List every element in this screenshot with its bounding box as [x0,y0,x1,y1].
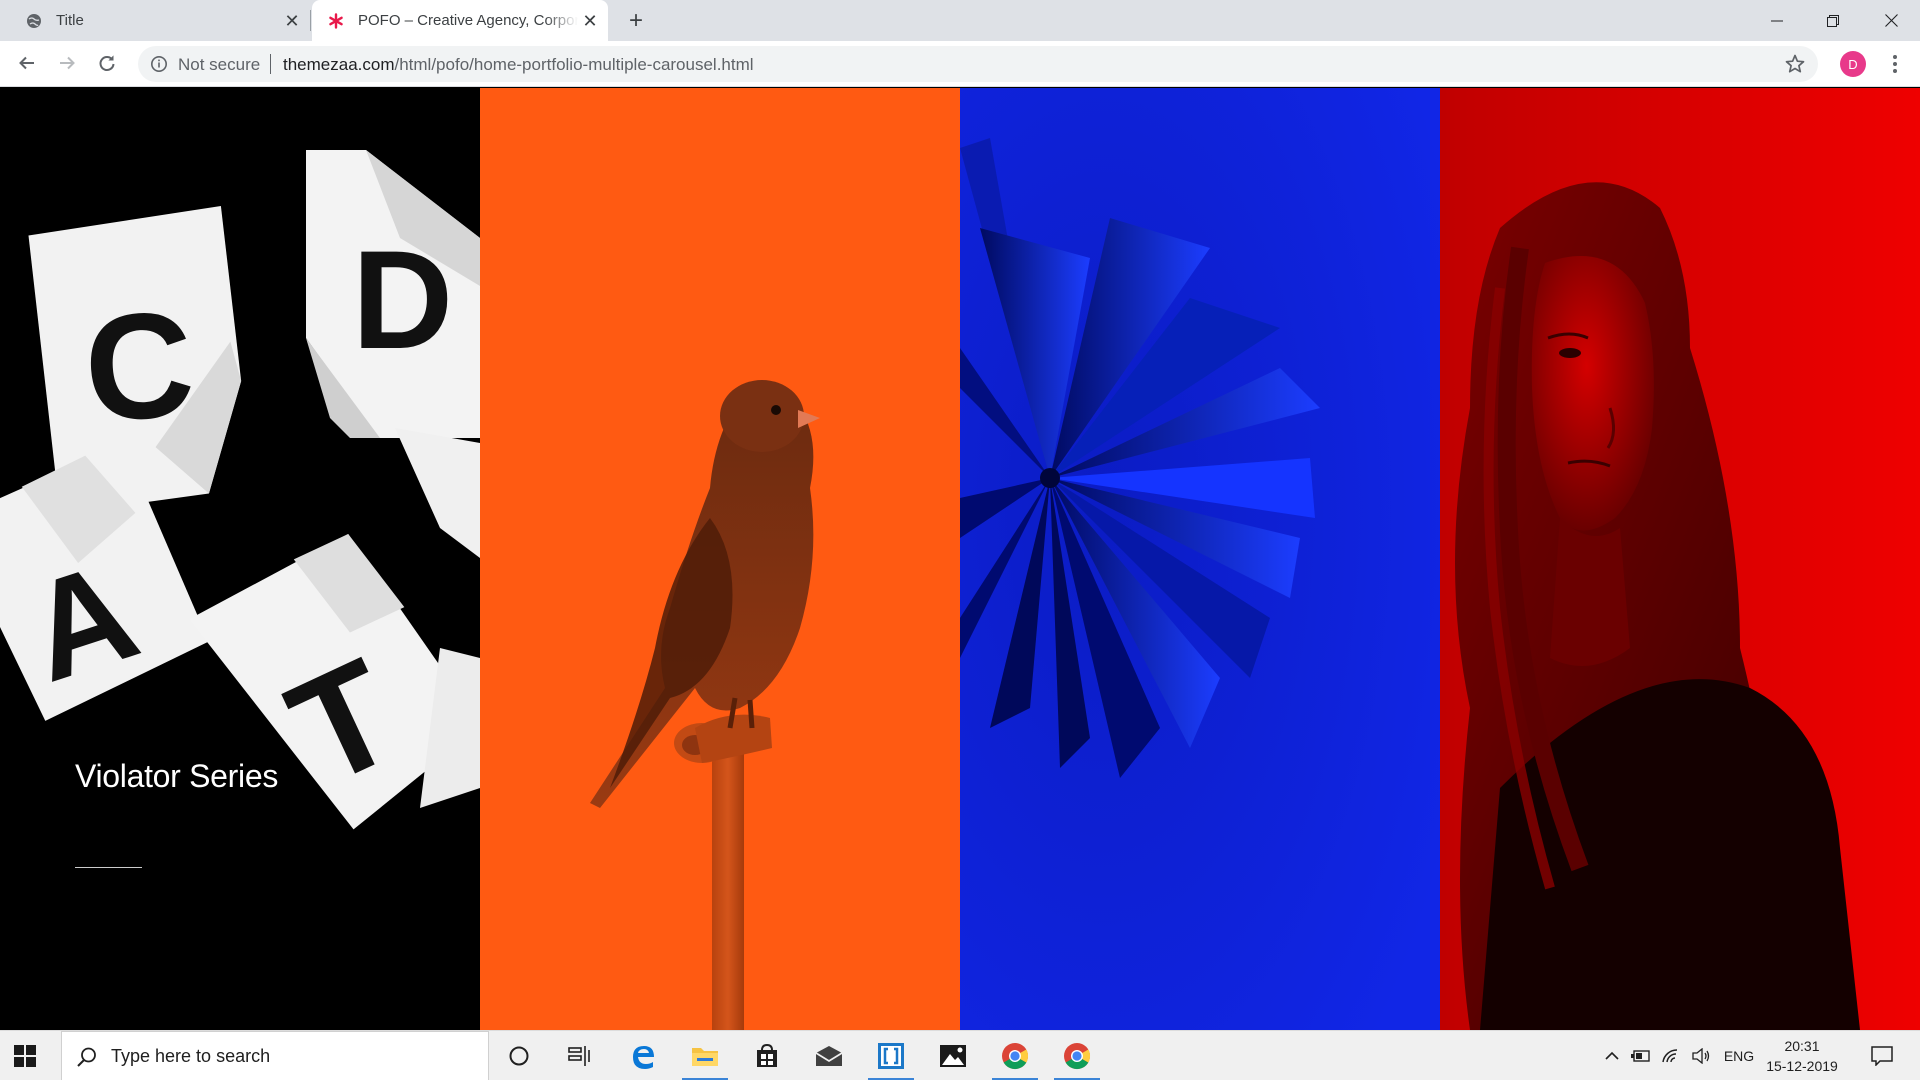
tab-divider [310,10,311,31]
slide-fanned-book[interactable] [960,88,1440,1030]
paper-letter: D [352,221,453,378]
minimize-icon[interactable] [1754,0,1800,41]
browser-toolbar: Not secure themezaa.com/html/pofo/home-p… [0,41,1920,87]
photos-icon[interactable] [926,1031,980,1080]
woman-portrait-image [1440,88,1920,1030]
tab-title-label: Title [56,12,84,29]
search-placeholder: Type here to search [111,1046,271,1066]
bird-on-perch-image [590,380,820,1030]
battery-icon[interactable] [1628,1031,1654,1080]
search-icon [76,1046,98,1068]
close-tab-icon[interactable]: ✕ [580,11,600,31]
paper-letters-image: C D A T [0,150,480,830]
slide-canary-bird[interactable] [480,88,960,1030]
chevron-up-icon[interactable] [1600,1031,1624,1080]
info-icon[interactable] [150,55,168,73]
chrome-icon[interactable] [988,1031,1042,1080]
slide-title[interactable]: Violator Series [75,758,278,795]
taskbar-clock[interactable]: 20:31 15-12-2019 [1762,1036,1842,1076]
address-bar[interactable]: Not secure themezaa.com/html/pofo/home-p… [138,46,1818,82]
brackets-icon[interactable] [864,1031,918,1080]
back-arrow-icon[interactable] [12,48,42,78]
edge-icon[interactable] [616,1031,670,1080]
slide-violator-series[interactable]: C D A T Violator Series [0,88,480,1030]
windows-start-icon[interactable] [14,1045,36,1067]
close-tab-icon[interactable]: ✕ [282,11,302,31]
close-window-icon[interactable] [1868,0,1914,41]
language-indicator[interactable]: ENG [1720,1031,1758,1080]
new-tab-button[interactable]: + [622,7,650,35]
notification-icon[interactable] [1862,1031,1902,1080]
url-host: themezaa.com [283,55,395,74]
wifi-icon[interactable] [1658,1031,1684,1080]
omnibox-divider [270,54,271,74]
mail-icon[interactable] [802,1031,856,1080]
pofo-asterisk-icon [328,12,344,29]
slide-underline [75,867,142,868]
portfolio-carousel: C D A T Violator Series [0,88,1920,1030]
file-explorer-icon[interactable] [678,1031,732,1080]
clock-time: 20:31 [1784,1038,1820,1054]
chrome-icon[interactable] [1050,1031,1104,1080]
url-text[interactable]: themezaa.com/html/pofo/home-portfolio-mu… [283,55,754,75]
task-view-icon[interactable] [553,1031,607,1080]
cortana-icon[interactable] [492,1031,546,1080]
tab-title[interactable]: Title ✕ [10,0,310,41]
tab-pofo-label: POFO – Creative Agency, Corporate [358,12,578,29]
store-icon[interactable] [740,1031,794,1080]
windows-taskbar: Type here to search ENG 20:31 15-12-2019 [0,1030,1920,1080]
reload-icon[interactable] [92,48,122,78]
fanned-book-image [960,88,1440,1030]
restore-icon[interactable] [1810,0,1856,41]
more-menu-icon[interactable] [1880,49,1910,79]
globe-icon [26,13,42,29]
security-label[interactable]: Not secure [178,55,260,75]
url-path: /html/pofo/home-portfolio-multiple-carou… [394,55,754,74]
tab-pofo[interactable]: POFO – Creative Agency, Corporate ✕ [312,0,608,41]
volume-icon[interactable] [1688,1031,1714,1080]
clock-date: 15-12-2019 [1766,1058,1838,1074]
paper-letter: C [79,278,199,453]
forward-arrow-icon[interactable] [52,48,82,78]
profile-avatar[interactable]: D [1840,51,1866,77]
slide-woman-portrait[interactable] [1440,88,1920,1030]
tab-strip: Title ✕ POFO – Creative Agency, Corporat… [0,0,1920,41]
taskbar-search-box[interactable]: Type here to search [61,1031,489,1080]
bookmark-star-icon[interactable] [1784,53,1806,75]
